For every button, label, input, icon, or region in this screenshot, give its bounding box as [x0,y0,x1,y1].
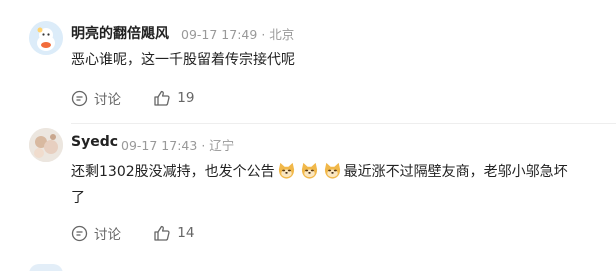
comment-meta: 09-17 17:43 · 辽宁 [121,135,234,154]
like-button[interactable]: 19 [153,89,194,107]
comment-text: 恶心谁呢，这一千股留着传宗接代呢 [71,52,295,68]
comment-text: 还剩1302股没减持，也发个公告 最近涨不过隔壁友商，老邬小邬急坏 [71,159,568,185]
avatar[interactable] [29,21,63,55]
doge-emoji-icon [301,162,317,179]
username[interactable]: Syedc [71,134,118,150]
like-button[interactable]: 14 [153,224,194,242]
comment-actions: 讨论 14 [71,223,222,246]
like-count: 14 [177,224,195,241]
avatar[interactable] [29,264,63,271]
like-count: 19 [177,89,195,106]
comment-text-line2: 了 [71,190,85,206]
username[interactable]: 明亮的翻倍飓风 [71,23,169,43]
comment-location: 北京 [269,27,295,42]
comment-time: 09-17 17:43 [121,138,198,153]
comment-meta: 09-17 17:49 · 北京 [181,24,294,43]
comment-time: 09-17 17:49 [181,27,258,42]
reply-button[interactable]: 讨论 [71,223,121,243]
comment-location: 辽宁 [209,138,235,153]
chat-bubble-icon [71,225,88,241]
comment-text-part: 最近涨不过隔壁友商，老邬小邬急坏 [343,164,568,180]
reply-label: 讨论 [94,227,121,243]
thumbs-up-icon [154,225,170,241]
comment-text-part: 还剩1302股没减持，也发个公告 [71,164,275,180]
chat-bubble-icon [71,90,88,106]
comment-actions: 讨论 19 [71,88,222,111]
comment-item: 明亮的翻倍飓风 09-17 17:49 · 北京 恶心谁呢，这一千股留着传宗接代… [0,0,616,124]
doge-emoji-icon [278,162,294,179]
reply-button[interactable]: 讨论 [71,88,121,108]
doge-emoji-icon [324,162,340,179]
avatar[interactable] [29,128,63,162]
reply-label: 讨论 [94,92,121,108]
thumbs-up-icon [154,90,170,106]
comment-item: Syedc 09-17 17:43 · 辽宁 还剩1302股没减持，也发个公告 … [0,124,616,264]
